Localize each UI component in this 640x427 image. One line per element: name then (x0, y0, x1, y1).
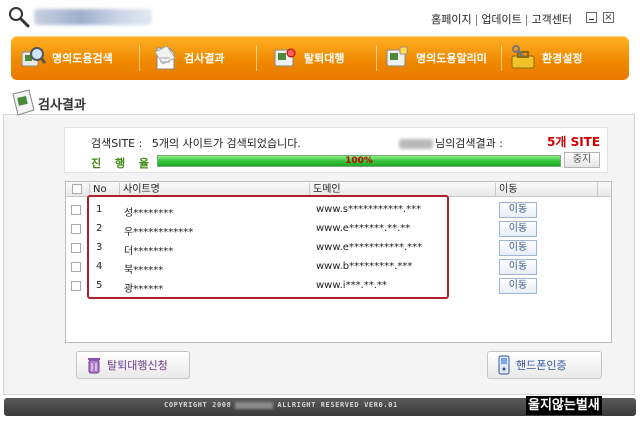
alert-id-card-icon (386, 46, 408, 67)
site-label: 검색SITE : (91, 137, 143, 150)
blurred-user-name (399, 139, 433, 149)
copyright-right: ALLRIGHT RESERVED VER0.01 (277, 401, 398, 409)
result-count: 5개 SITE (547, 135, 601, 149)
nav-item-results[interactable]: 검사결과 (151, 36, 224, 80)
stop-button[interactable]: 중지 (564, 152, 600, 168)
watermark: 울지않는벌새 (526, 396, 602, 415)
nav-item-id-theft-search[interactable]: 명의도용검색 (19, 36, 113, 80)
nav-item-settings[interactable]: 환경설정 (509, 36, 582, 80)
withdraw-agent-icon (274, 48, 296, 67)
nav-divider (139, 45, 140, 71)
nav-label: 검사결과 (184, 52, 225, 65)
close-button[interactable]: × (603, 12, 614, 23)
mobile-phone-icon (498, 355, 510, 375)
settings-toolbox-icon (511, 45, 535, 69)
results-section-icon (12, 89, 35, 116)
nav-label: 탈퇴대행 (304, 52, 345, 65)
search-info-box: 검색SITE : 5개의 사이트가 검색되었습니다. 님의검색결과 : 5개 S… (64, 127, 608, 173)
move-button[interactable]: 이동 (499, 259, 537, 275)
document-result-icon (154, 45, 176, 70)
magnifier-id-card-icon (21, 47, 47, 67)
nav-item-withdraw-agent[interactable]: 탈퇴대행 (271, 36, 344, 80)
nav-divider (256, 45, 257, 71)
move-button[interactable]: 이동 (499, 221, 537, 237)
copyright-text: COPYRIGHT 2008 ALLRIGHT RESERVED VER0.01 (164, 401, 398, 409)
blurred-company (235, 401, 274, 409)
site-message: 5개의 사이트가 검색되었습니다. (151, 137, 301, 150)
homepage-link[interactable]: 홈페이지 (431, 13, 471, 26)
select-all-checkbox[interactable] (72, 184, 82, 194)
minimize-button[interactable] (586, 12, 597, 23)
nav-label: 명의도용검색 (52, 52, 113, 65)
header-scroll-corner (597, 182, 611, 197)
withdraw-apply-label: 탈퇴대행신청 (107, 359, 168, 372)
phone-verify-button[interactable]: 핸드폰인증 (487, 351, 602, 379)
nav-divider (376, 45, 377, 71)
search-site-line: 검색SITE : 5개의 사이트가 검색되었습니다. (91, 135, 301, 151)
progress-label: 진 행 율 (91, 157, 155, 170)
nav-label: 환경설정 (542, 52, 583, 65)
nav-divider (501, 45, 502, 71)
nav-label: 명의도용알리미 (416, 52, 487, 65)
move-button[interactable]: 이동 (499, 240, 537, 256)
result-suffix: 님의검색결과 : (435, 137, 503, 150)
row-checkbox[interactable] (71, 243, 81, 253)
highlight-box (87, 195, 449, 299)
trash-can-icon (88, 358, 100, 374)
nav-item-id-alert[interactable]: 명의도용알리미 (383, 36, 487, 80)
row-checkbox[interactable] (71, 205, 81, 215)
progress-text: 100% (345, 156, 373, 166)
user-result-line: 님의검색결과 : (399, 135, 503, 151)
magnifier-logo-icon (9, 7, 30, 28)
phone-verify-label: 핸드폰인증 (516, 359, 567, 372)
top-links: 홈페이지 | 업데이트 | 고객센터 (431, 13, 572, 26)
withdraw-apply-button[interactable]: 탈퇴대행신청 (76, 351, 190, 379)
section-title: 검사결과 (38, 98, 86, 113)
row-checkbox[interactable] (71, 262, 81, 272)
row-checkbox[interactable] (71, 281, 81, 291)
title-bar: 홈페이지 | 업데이트 | 고객센터 × (0, 0, 640, 34)
copyright-left: COPYRIGHT 2008 (164, 401, 232, 409)
row-checkbox[interactable] (71, 224, 81, 234)
customer-center-link[interactable]: 고객센터 (532, 13, 572, 26)
main-nav: 명의도용검색 검사결과 탈퇴대행 명의도용알리미 환경설정 (11, 36, 629, 80)
header-move: 이동 (495, 183, 597, 196)
move-button[interactable]: 이동 (499, 202, 537, 218)
move-button[interactable]: 이동 (499, 278, 537, 294)
app-logo-blurred (34, 9, 152, 25)
progress-bar: 100% (157, 155, 561, 167)
update-link[interactable]: 업데이트 (481, 13, 521, 26)
